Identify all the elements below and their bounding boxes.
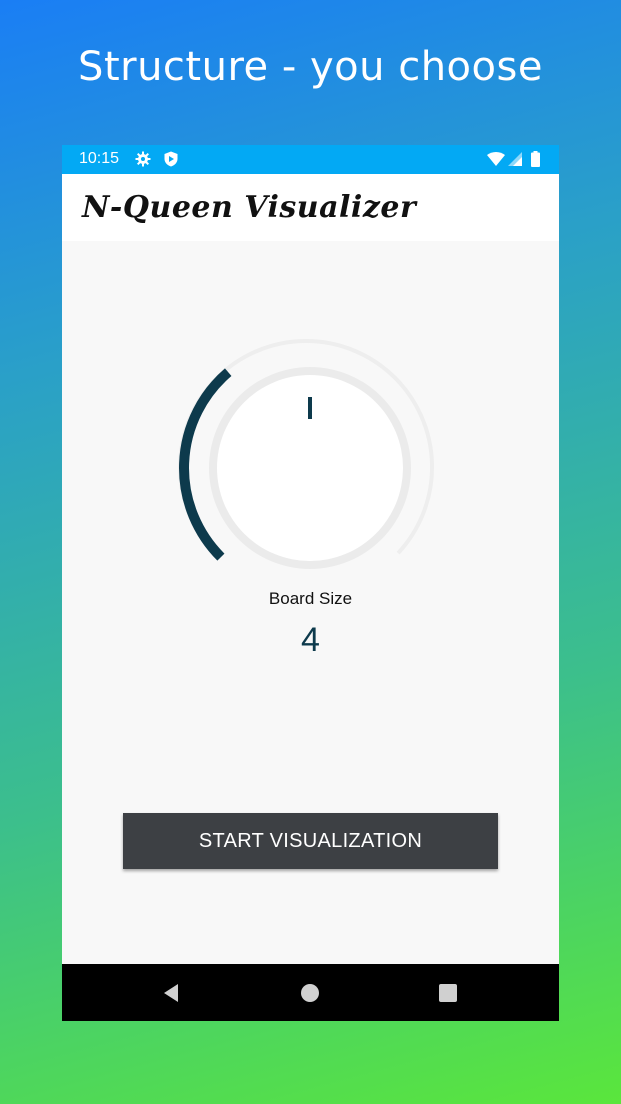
app-bar: N-Queen Visualizer [62,174,559,241]
board-size-value: 4 [301,621,320,659]
signal-icon [508,152,522,171]
shield-icon [163,151,179,172]
back-icon[interactable] [160,981,184,1005]
home-icon[interactable] [298,981,322,1005]
board-size-knob[interactable] [172,335,449,575]
board-size-label: Board Size [268,589,353,608]
app-title: N-Queen Visualizer [82,190,417,225]
start-visualization-button[interactable]: START VISUALIZATION [123,813,498,869]
recents-icon[interactable] [436,981,460,1005]
battery-icon [531,151,540,172]
settings-icon [135,151,151,172]
status-bar: 10:15 [62,145,559,174]
promo-title: Structure - you choose [78,44,543,90]
status-time: 10:15 [79,150,120,167]
navigation-bar [62,964,559,1021]
wifi-icon [487,152,505,171]
phone-screen: 10:15 N-Queen Visualizer Board Size 4 ST… [62,145,559,1021]
